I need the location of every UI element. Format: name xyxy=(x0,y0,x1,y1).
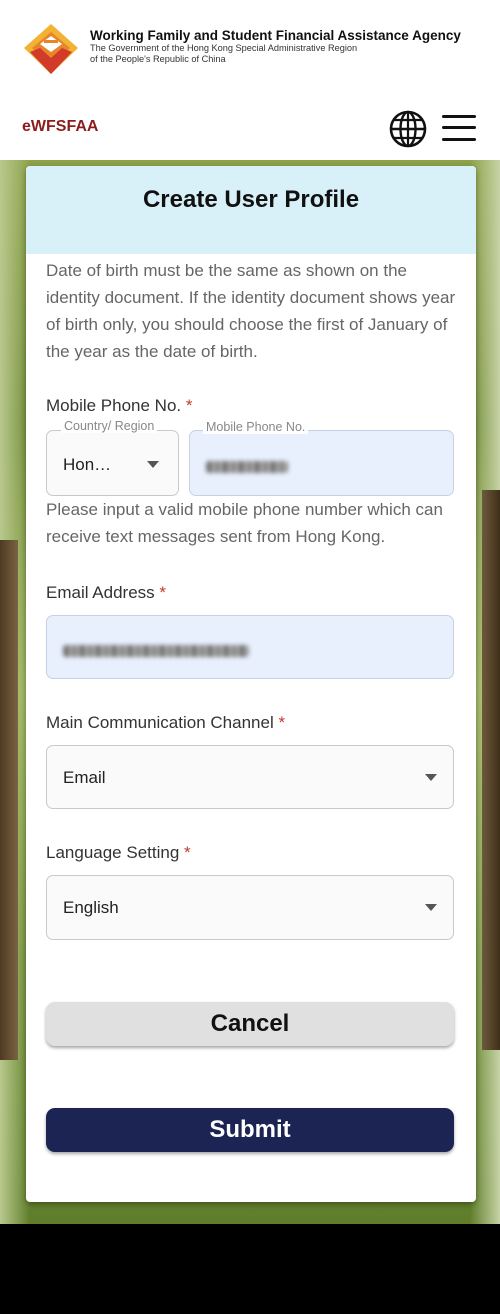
mobile-hint: Please input a valid mobile phone number… xyxy=(46,500,443,546)
channel-value: Email xyxy=(63,768,106,787)
hamburger-menu-icon[interactable] xyxy=(442,113,476,143)
agency-logo[interactable] xyxy=(22,22,80,76)
globe-icon[interactable] xyxy=(388,109,428,149)
card-header: Create User Profile xyxy=(26,166,476,254)
mobile-label: Mobile Phone No. * xyxy=(46,396,193,416)
email-value xyxy=(63,642,249,662)
brand-link[interactable]: eWFSFAA xyxy=(22,118,98,136)
email-label-text: Email Address xyxy=(46,583,155,602)
site-header: Working Family and Student Financial Ass… xyxy=(0,0,500,160)
language-value: English xyxy=(63,898,119,917)
channel-label: Main Communication Channel * xyxy=(46,713,285,733)
agency-subtitle-line1: The Government of the Hong Kong Special … xyxy=(90,43,358,53)
mobile-number-value xyxy=(206,458,288,478)
language-label: Language Setting * xyxy=(46,843,191,863)
agency-subtitle-line2: of the People's Republic of China xyxy=(90,54,226,64)
chevron-down-icon xyxy=(147,461,159,468)
required-mark: * xyxy=(278,713,286,732)
mobile-label-text: Mobile Phone No. xyxy=(46,396,182,415)
language-setting-select[interactable]: English xyxy=(46,875,454,940)
language-label-text: Language Setting xyxy=(46,843,180,862)
required-mark: * xyxy=(185,396,193,415)
submit-button[interactable]: Submit xyxy=(46,1108,454,1152)
mobile-number-floating-label: Mobile Phone No. xyxy=(203,420,309,434)
agency-name: Working Family and Student Financial Ass… xyxy=(90,28,461,43)
required-mark: * xyxy=(184,843,191,862)
channel-label-text: Main Communication Channel xyxy=(46,713,274,732)
required-mark: * xyxy=(159,583,167,602)
create-profile-card: Create User Profile Date of birth must b… xyxy=(26,166,476,1202)
country-region-label: Country/ Region xyxy=(61,419,158,433)
chevron-down-icon xyxy=(425,904,437,911)
mobile-number-input[interactable] xyxy=(189,430,454,496)
email-input[interactable] xyxy=(46,615,454,679)
cancel-button[interactable]: Cancel xyxy=(46,1002,454,1046)
dob-note: Date of birth must be the same as shown … xyxy=(46,261,456,361)
agency-title-block: Working Family and Student Financial Ass… xyxy=(90,28,490,65)
page-title: Create User Profile xyxy=(142,186,360,213)
main-communication-channel-select[interactable]: Email xyxy=(46,745,454,809)
country-region-value: Hon… xyxy=(63,455,112,474)
email-label: Email Address * xyxy=(46,583,166,603)
chevron-down-icon xyxy=(425,774,437,781)
country-region-select[interactable]: Hon… xyxy=(46,430,179,496)
